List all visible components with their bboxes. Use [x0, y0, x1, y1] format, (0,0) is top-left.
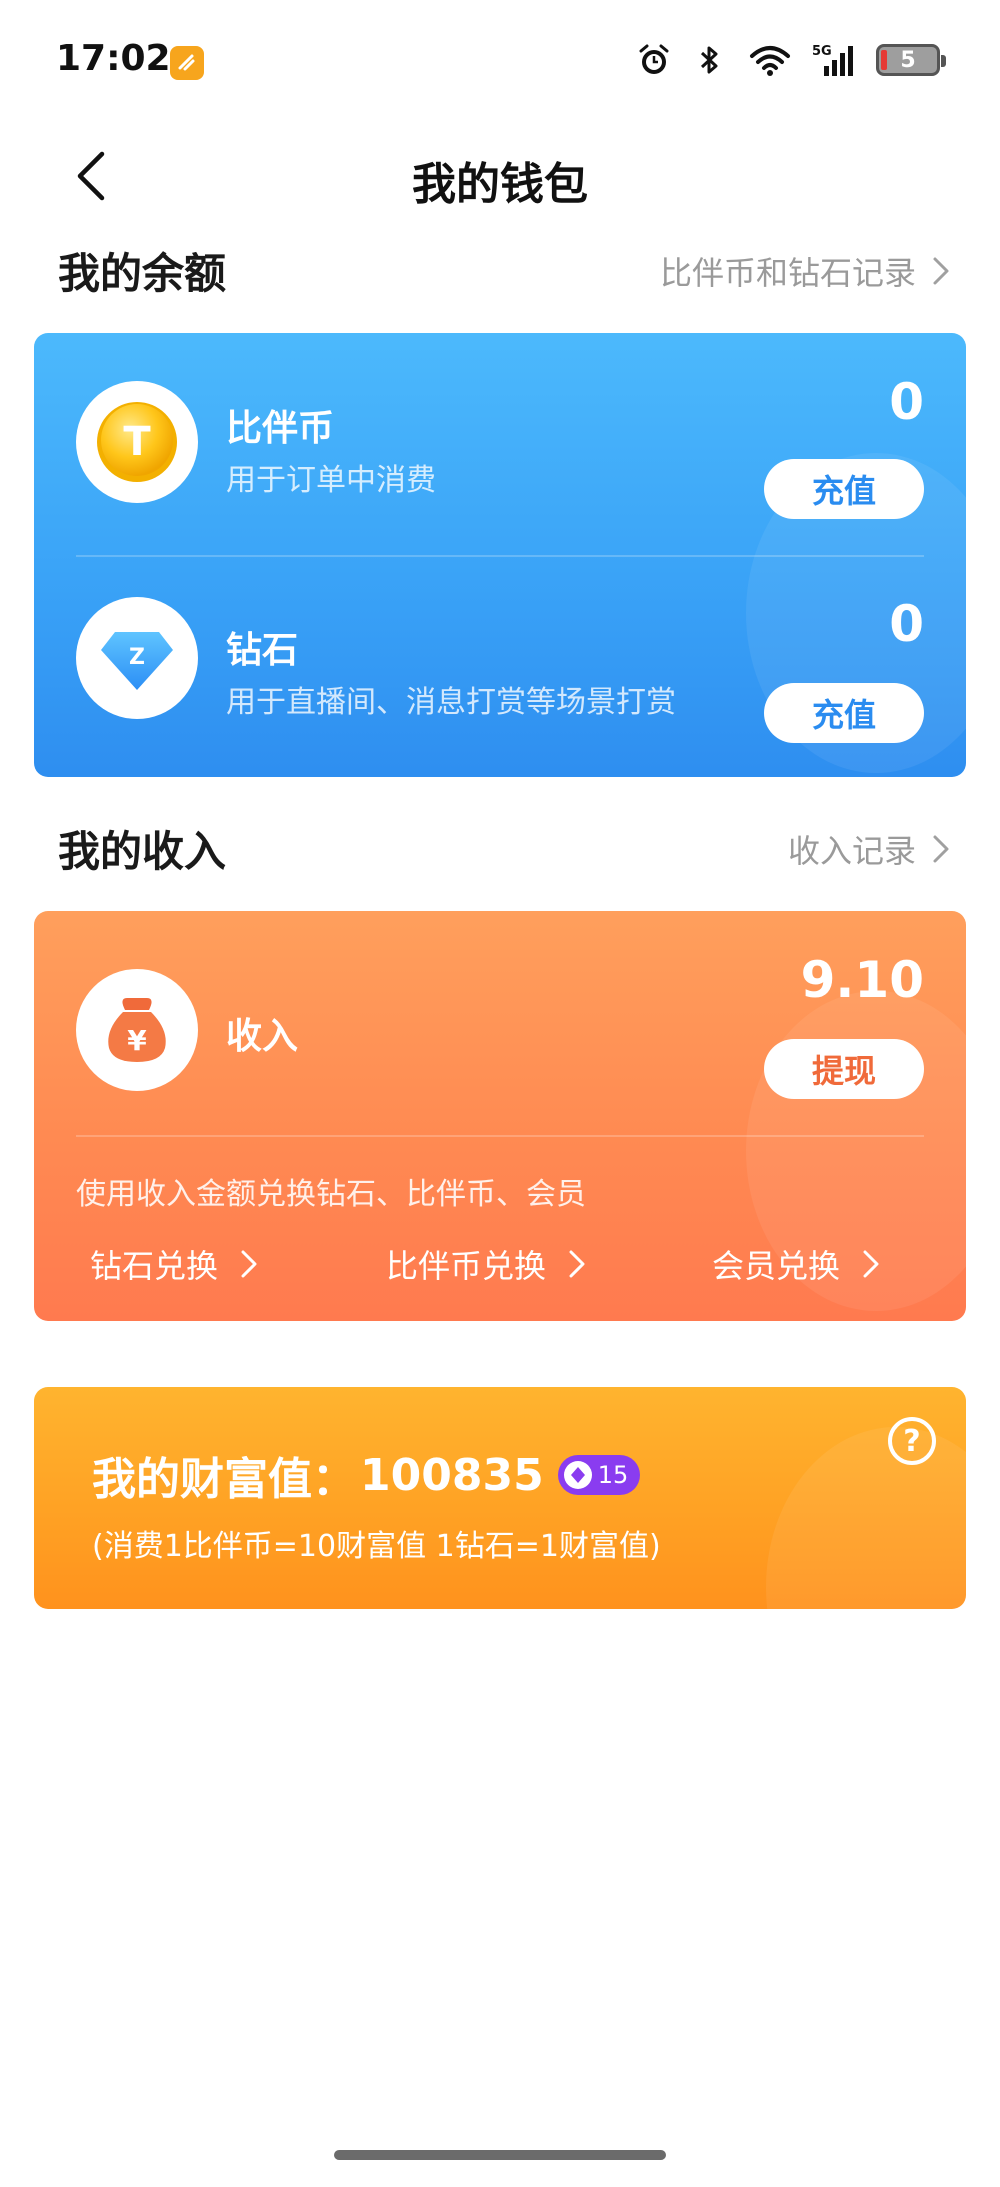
- cellular-signal-icon: 5G: [812, 42, 856, 78]
- withdraw-button[interactable]: 提现: [764, 1039, 924, 1099]
- chevron-right-icon: [933, 257, 949, 284]
- diamond-row: Z 钻石 用于直播间、消息打赏等场景打赏 0 充值: [34, 555, 966, 765]
- income-section-header: 我的收入 收入记录: [58, 818, 950, 879]
- wealth-value: 100835: [360, 1449, 544, 1501]
- income-records-link[interactable]: 收入记录: [788, 826, 950, 872]
- diamond-exchange-label: 钻石兑换: [90, 1247, 219, 1285]
- wealth-note: (消费1比伴币=10财富值 1钻石=1财富值): [92, 1529, 661, 1564]
- income-amount: 9.10: [800, 951, 924, 1009]
- level-gem-icon: [563, 1461, 592, 1489]
- chevron-right-icon: [241, 1250, 257, 1278]
- alarm-icon: [636, 42, 672, 78]
- income-hint: 使用收入金额兑换钻石、比伴币、会员: [76, 1177, 586, 1212]
- money-bag-icon: ¥: [76, 969, 198, 1091]
- card-decoration: [766, 1427, 966, 1609]
- balance-records-label: 比伴币和钻石记录: [659, 253, 916, 292]
- diamond-name: 钻石: [226, 630, 299, 671]
- coin-exchange-link[interactable]: 比伴币兑换: [386, 1241, 586, 1287]
- wealth-line: 我的财富值： 100835 15: [92, 1443, 641, 1507]
- diamond-exchange-link[interactable]: 钻石兑换: [90, 1241, 258, 1287]
- balance-title: 我的余额: [58, 249, 227, 298]
- coin-icon: T: [76, 381, 198, 503]
- page-title: 我的钱包: [412, 159, 588, 210]
- coin-row: T 比伴币 用于订单中消费 0 充值: [34, 333, 966, 543]
- balance-card: T 比伴币 用于订单中消费 0 充值 Z 钻石 用于直播间、消息打赏等场景打赏 …: [34, 333, 966, 777]
- exchange-row: 钻石兑换 比伴币兑换 会员兑换: [34, 1241, 966, 1301]
- diamond-amount: 0: [889, 595, 924, 653]
- wealth-level-badge: 15: [557, 1455, 641, 1495]
- vip-exchange-link[interactable]: 会员兑换: [712, 1241, 880, 1287]
- coin-amount: 0: [889, 373, 924, 431]
- status-time: 17:02: [56, 38, 171, 79]
- battery-icon: 5: [876, 44, 946, 76]
- chevron-right-icon: [863, 1250, 879, 1278]
- income-records-label: 收入记录: [787, 831, 916, 870]
- vip-exchange-label: 会员兑换: [712, 1247, 841, 1285]
- status-bar: 17:02 5G 5: [0, 0, 1000, 120]
- balance-section-header: 我的余额 比伴币和钻石记录: [58, 240, 950, 301]
- income-name: 收入: [226, 1016, 299, 1057]
- coin-exchange-label: 比伴币兑换: [386, 1247, 547, 1285]
- wealth-card: ? 我的财富值： 100835 15 (消费1比伴币=10财富值 1钻石=1财富…: [34, 1387, 966, 1609]
- battery-level: 5: [900, 47, 916, 73]
- coin-glyph: T: [123, 419, 151, 465]
- wealth-label: 我的财富值：: [92, 1454, 356, 1505]
- coin-name: 比伴币: [226, 408, 335, 449]
- wealth-level: 15: [597, 1461, 629, 1489]
- help-icon[interactable]: ?: [888, 1417, 936, 1465]
- home-indicator[interactable]: [334, 2150, 666, 2160]
- diamond-glyph: Z: [129, 645, 145, 670]
- status-icons: 5G 5: [636, 40, 946, 80]
- notification-app-icon: [170, 46, 204, 80]
- income-title: 我的收入: [58, 827, 227, 876]
- coin-recharge-button[interactable]: 充值: [764, 459, 924, 519]
- wifi-icon: [748, 42, 792, 78]
- diamond-desc: 用于直播间、消息打赏等场景打赏: [226, 685, 676, 720]
- card-divider: [76, 1135, 924, 1137]
- chevron-right-icon: [933, 835, 949, 862]
- diamond-icon: Z: [76, 597, 198, 719]
- chevron-right-icon: [569, 1250, 585, 1278]
- income-card: ¥ 收入 9.10 提现 使用收入金额兑换钻石、比伴币、会员 钻石兑换 比伴币兑…: [34, 911, 966, 1321]
- balance-records-link[interactable]: 比伴币和钻石记录: [660, 248, 950, 294]
- bluetooth-icon: [692, 42, 728, 78]
- coin-desc: 用于订单中消费: [226, 463, 436, 498]
- diamond-recharge-button[interactable]: 充值: [764, 683, 924, 743]
- signal-label: 5G: [812, 44, 832, 59]
- money-bag-glyph: ¥: [127, 1024, 147, 1057]
